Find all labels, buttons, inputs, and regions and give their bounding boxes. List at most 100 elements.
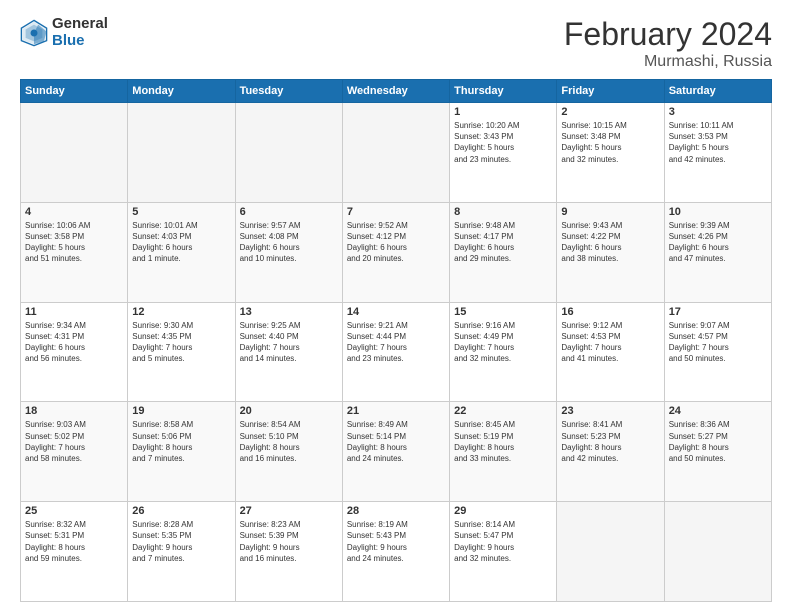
calendar-header-row: SundayMondayTuesdayWednesdayThursdayFrid… bbox=[21, 80, 772, 103]
title-block: February 2024 Murmashi, Russia bbox=[564, 16, 772, 71]
day-number: 5 bbox=[132, 206, 230, 218]
day-info: Sunrise: 9:07 AM Sunset: 4:57 PM Dayligh… bbox=[669, 320, 767, 365]
day-info: Sunrise: 9:52 AM Sunset: 4:12 PM Dayligh… bbox=[347, 220, 445, 265]
calendar-cell: 28 Sunrise: 8:19 AM Sunset: 5:43 PM Dayli… bbox=[342, 502, 449, 602]
weekday-header-thursday: Thursday bbox=[450, 80, 557, 103]
day-info: Sunrise: 9:16 AM Sunset: 4:49 PM Dayligh… bbox=[454, 320, 552, 365]
day-info: Sunrise: 8:19 AM Sunset: 5:43 PM Dayligh… bbox=[347, 519, 445, 564]
calendar-cell: 27Sunrise: 8:23 AM Sunset: 5:39 PM Dayli… bbox=[235, 502, 342, 602]
calendar-cell bbox=[235, 103, 342, 203]
calendar-cell: 12 Sunrise: 9:30 AM Sunset: 4:35 PM Dayli… bbox=[128, 302, 235, 402]
day-number: 22 bbox=[454, 405, 552, 417]
calendar-week-4: 18Sunrise: 9:03 AM Sunset: 5:02 PM Dayli… bbox=[21, 402, 772, 502]
weekday-header-sunday: Sunday bbox=[21, 80, 128, 103]
main-title: February 2024 bbox=[564, 16, 772, 53]
calendar-cell: 25 Sunrise: 8:32 AM Sunset: 5:31 PM Dayli… bbox=[21, 502, 128, 602]
day-number: 6 bbox=[240, 206, 338, 218]
logo-blue: Blue bbox=[52, 33, 108, 50]
weekday-header-monday: Monday bbox=[128, 80, 235, 103]
calendar-cell: 1 Sunrise: 10:20 AM Sunset: 3:43 PM Dayli… bbox=[450, 103, 557, 203]
calendar-cell: 23Sunrise: 8:41 AM Sunset: 5:23 PM Dayli… bbox=[557, 402, 664, 502]
day-number: 21 bbox=[347, 405, 445, 417]
calendar-cell: 13 Sunrise: 9:25 AM Sunset: 4:40 PM Dayli… bbox=[235, 302, 342, 402]
calendar-cell: 6Sunrise: 9:57 AM Sunset: 4:08 PM Daylig… bbox=[235, 202, 342, 302]
day-info: Sunrise: 10:06 AM Sunset: 3:58 PM Daylig… bbox=[25, 220, 123, 265]
calendar-week-3: 11 Sunrise: 9:34 AM Sunset: 4:31 PM Dayli… bbox=[21, 302, 772, 402]
calendar-cell: 7 Sunrise: 9:52 AM Sunset: 4:12 PM Daylig… bbox=[342, 202, 449, 302]
day-info: Sunrise: 9:30 AM Sunset: 4:35 PM Dayligh… bbox=[132, 320, 230, 365]
day-info: Sunrise: 9:48 AM Sunset: 4:17 PM Dayligh… bbox=[454, 220, 552, 265]
day-number: 15 bbox=[454, 306, 552, 318]
calendar-cell: 21 Sunrise: 8:49 AM Sunset: 5:14 PM Dayli… bbox=[342, 402, 449, 502]
day-info: Sunrise: 8:28 AM Sunset: 5:35 PM Dayligh… bbox=[132, 519, 230, 564]
day-number: 4 bbox=[25, 206, 123, 218]
calendar-week-2: 4 Sunrise: 10:06 AM Sunset: 3:58 PM Dayli… bbox=[21, 202, 772, 302]
day-info: Sunrise: 9:12 AM Sunset: 4:53 PM Dayligh… bbox=[561, 320, 659, 365]
calendar-cell: 3 Sunrise: 10:11 AM Sunset: 3:53 PM Dayli… bbox=[664, 103, 771, 203]
day-number: 23 bbox=[561, 405, 659, 417]
day-number: 20 bbox=[240, 405, 338, 417]
sub-title: Murmashi, Russia bbox=[564, 53, 772, 71]
day-number: 25 bbox=[25, 505, 123, 517]
day-info: Sunrise: 9:39 AM Sunset: 4:26 PM Dayligh… bbox=[669, 220, 767, 265]
logo-icon bbox=[20, 19, 48, 47]
day-number: 10 bbox=[669, 206, 767, 218]
calendar-cell: 10 Sunrise: 9:39 AM Sunset: 4:26 PM Dayli… bbox=[664, 202, 771, 302]
day-info: Sunrise: 8:36 AM Sunset: 5:27 PM Dayligh… bbox=[669, 419, 767, 464]
weekday-header-wednesday: Wednesday bbox=[342, 80, 449, 103]
calendar-cell: 18Sunrise: 9:03 AM Sunset: 5:02 PM Dayli… bbox=[21, 402, 128, 502]
day-info: Sunrise: 9:43 AM Sunset: 4:22 PM Dayligh… bbox=[561, 220, 659, 265]
calendar-week-5: 25 Sunrise: 8:32 AM Sunset: 5:31 PM Dayli… bbox=[21, 502, 772, 602]
day-number: 2 bbox=[561, 106, 659, 118]
day-info: Sunrise: 9:03 AM Sunset: 5:02 PM Dayligh… bbox=[25, 419, 123, 464]
day-number: 17 bbox=[669, 306, 767, 318]
logo: General Blue bbox=[20, 16, 108, 49]
calendar-cell: 5Sunrise: 10:01 AM Sunset: 4:03 PM Dayli… bbox=[128, 202, 235, 302]
day-info: Sunrise: 8:58 AM Sunset: 5:06 PM Dayligh… bbox=[132, 419, 230, 464]
day-info: Sunrise: 10:15 AM Sunset: 3:48 PM Daylig… bbox=[561, 120, 659, 165]
day-info: Sunrise: 8:32 AM Sunset: 5:31 PM Dayligh… bbox=[25, 519, 123, 564]
day-info: Sunrise: 9:21 AM Sunset: 4:44 PM Dayligh… bbox=[347, 320, 445, 365]
weekday-header-saturday: Saturday bbox=[664, 80, 771, 103]
day-number: 24 bbox=[669, 405, 767, 417]
calendar-cell: 17 Sunrise: 9:07 AM Sunset: 4:57 PM Dayli… bbox=[664, 302, 771, 402]
day-number: 12 bbox=[132, 306, 230, 318]
calendar-week-1: 1 Sunrise: 10:20 AM Sunset: 3:43 PM Dayli… bbox=[21, 103, 772, 203]
calendar-table: SundayMondayTuesdayWednesdayThursdayFrid… bbox=[20, 79, 772, 602]
day-number: 27 bbox=[240, 505, 338, 517]
day-info: Sunrise: 10:11 AM Sunset: 3:53 PM Daylig… bbox=[669, 120, 767, 165]
day-number: 1 bbox=[454, 106, 552, 118]
logo-general: General bbox=[52, 16, 108, 33]
day-number: 9 bbox=[561, 206, 659, 218]
day-info: Sunrise: 8:14 AM Sunset: 5:47 PM Dayligh… bbox=[454, 519, 552, 564]
day-number: 16 bbox=[561, 306, 659, 318]
day-number: 11 bbox=[25, 306, 123, 318]
page: General Blue February 2024 Murmashi, Rus… bbox=[0, 0, 792, 612]
day-number: 8 bbox=[454, 206, 552, 218]
day-number: 28 bbox=[347, 505, 445, 517]
calendar-cell: 22 Sunrise: 8:45 AM Sunset: 5:19 PM Dayli… bbox=[450, 402, 557, 502]
day-info: Sunrise: 8:54 AM Sunset: 5:10 PM Dayligh… bbox=[240, 419, 338, 464]
day-info: Sunrise: 8:45 AM Sunset: 5:19 PM Dayligh… bbox=[454, 419, 552, 464]
calendar-cell: 15 Sunrise: 9:16 AM Sunset: 4:49 PM Dayli… bbox=[450, 302, 557, 402]
day-number: 13 bbox=[240, 306, 338, 318]
weekday-header-tuesday: Tuesday bbox=[235, 80, 342, 103]
day-info: Sunrise: 9:34 AM Sunset: 4:31 PM Dayligh… bbox=[25, 320, 123, 365]
calendar-cell: 8 Sunrise: 9:48 AM Sunset: 4:17 PM Daylig… bbox=[450, 202, 557, 302]
day-info: Sunrise: 9:25 AM Sunset: 4:40 PM Dayligh… bbox=[240, 320, 338, 365]
calendar-cell: 4 Sunrise: 10:06 AM Sunset: 3:58 PM Dayli… bbox=[21, 202, 128, 302]
calendar-cell bbox=[557, 502, 664, 602]
weekday-header-friday: Friday bbox=[557, 80, 664, 103]
day-info: Sunrise: 8:49 AM Sunset: 5:14 PM Dayligh… bbox=[347, 419, 445, 464]
day-info: Sunrise: 10:20 AM Sunset: 3:43 PM Daylig… bbox=[454, 120, 552, 165]
day-number: 14 bbox=[347, 306, 445, 318]
day-number: 7 bbox=[347, 206, 445, 218]
calendar-cell bbox=[664, 502, 771, 602]
calendar-cell: 29Sunrise: 8:14 AM Sunset: 5:47 PM Dayli… bbox=[450, 502, 557, 602]
header: General Blue February 2024 Murmashi, Rus… bbox=[20, 16, 772, 71]
calendar-cell: 19 Sunrise: 8:58 AM Sunset: 5:06 PM Dayli… bbox=[128, 402, 235, 502]
day-number: 19 bbox=[132, 405, 230, 417]
calendar-cell: 2 Sunrise: 10:15 AM Sunset: 3:48 PM Dayli… bbox=[557, 103, 664, 203]
calendar-cell: 16 Sunrise: 9:12 AM Sunset: 4:53 PM Dayli… bbox=[557, 302, 664, 402]
day-number: 3 bbox=[669, 106, 767, 118]
